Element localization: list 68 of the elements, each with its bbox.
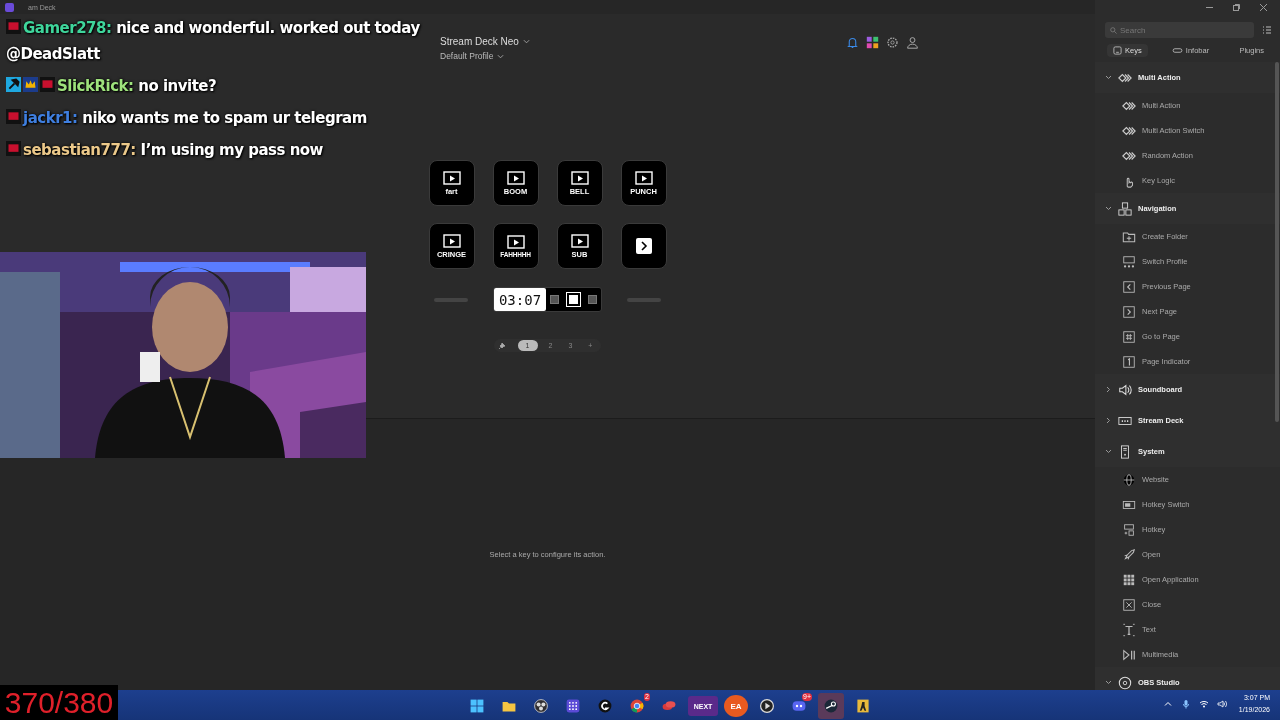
video-player-icon <box>570 233 589 248</box>
scrollbar[interactable] <box>1275 62 1279 422</box>
taskbar-app[interactable] <box>818 693 844 719</box>
video-player-icon <box>634 170 653 185</box>
chat-message: sebastian777: I’m using my pass now <box>6 137 323 163</box>
letter-g-icon <box>597 698 613 714</box>
infobar-display[interactable]: 03:07 <box>492 287 603 312</box>
chevron-left-icon <box>1122 279 1136 294</box>
play-icon <box>759 698 775 714</box>
wheel-icon <box>1118 675 1132 690</box>
chat-badge-icon <box>6 141 21 156</box>
taskbar-app[interactable]: EA <box>724 695 748 717</box>
microphone-icon[interactable] <box>1180 699 1191 709</box>
x-box-icon <box>1122 597 1136 612</box>
folder-icon <box>1122 229 1136 244</box>
counter-text: 370/380 <box>0 685 118 720</box>
pin-icon[interactable] <box>497 341 506 350</box>
bell-icon[interactable] <box>846 36 859 49</box>
dots-icon <box>1122 254 1136 269</box>
app-icon <box>5 2 14 12</box>
chevron-right-icon <box>633 236 654 256</box>
chat-message: jackr1: niko wants me to spam ur telegram <box>6 105 367 131</box>
caret-icon <box>522 39 530 44</box>
colorful-grid-icon[interactable] <box>866 36 879 49</box>
video-player-icon <box>570 170 589 185</box>
device-selector[interactable]: Stream Deck Neo <box>440 36 530 47</box>
caret-icon <box>497 53 505 59</box>
three-circles-icon <box>533 698 549 714</box>
tower-icon <box>1118 444 1132 459</box>
browser-icon <box>629 698 645 714</box>
chat-badge-icon <box>6 19 21 34</box>
chat-badge-icon <box>40 77 55 92</box>
start-icon <box>469 698 485 714</box>
key-icon <box>1113 46 1122 55</box>
rocket-icon <box>1122 547 1136 562</box>
speaker-icon[interactable] <box>1216 699 1227 709</box>
settings-icon[interactable] <box>886 36 899 49</box>
keys-icon <box>1122 522 1136 537</box>
video-player-icon <box>442 233 461 248</box>
numbered-box-icon <box>1122 354 1136 369</box>
chat-badge-icon <box>6 109 21 124</box>
chevron-up-icon[interactable] <box>1162 699 1173 709</box>
video-player-icon <box>506 234 525 249</box>
user-icon[interactable] <box>906 36 919 49</box>
infobar-icon <box>1171 47 1183 54</box>
crown-icon <box>23 77 38 92</box>
figure-icon <box>855 698 871 714</box>
speaker-icon <box>1118 382 1132 397</box>
letter-t-icon <box>1122 622 1136 637</box>
deck-key[interactable] <box>620 223 667 269</box>
wifi-icon[interactable] <box>1198 699 1209 709</box>
hammer-icon <box>6 77 21 92</box>
dots-grid-icon <box>565 698 581 714</box>
list-view-icon[interactable] <box>1262 25 1272 35</box>
close-icon[interactable] <box>1259 2 1268 12</box>
profile-selector[interactable]: Default Profile <box>440 51 530 61</box>
chevron-right-icon <box>1122 304 1136 319</box>
chat-message: SlickRick: no invite? <box>6 73 217 99</box>
grid-icon <box>1122 572 1136 587</box>
clock-display: 03:07 <box>493 288 547 311</box>
video-player-icon <box>506 170 525 185</box>
hash-icon <box>1122 329 1136 344</box>
globe-icon <box>1122 472 1136 487</box>
restore-icon[interactable] <box>1232 2 1241 12</box>
video-player-icon <box>442 170 461 185</box>
search-icon <box>1110 26 1117 34</box>
play-pause-icon <box>1122 647 1136 662</box>
chat-bubble-icon <box>791 698 807 714</box>
